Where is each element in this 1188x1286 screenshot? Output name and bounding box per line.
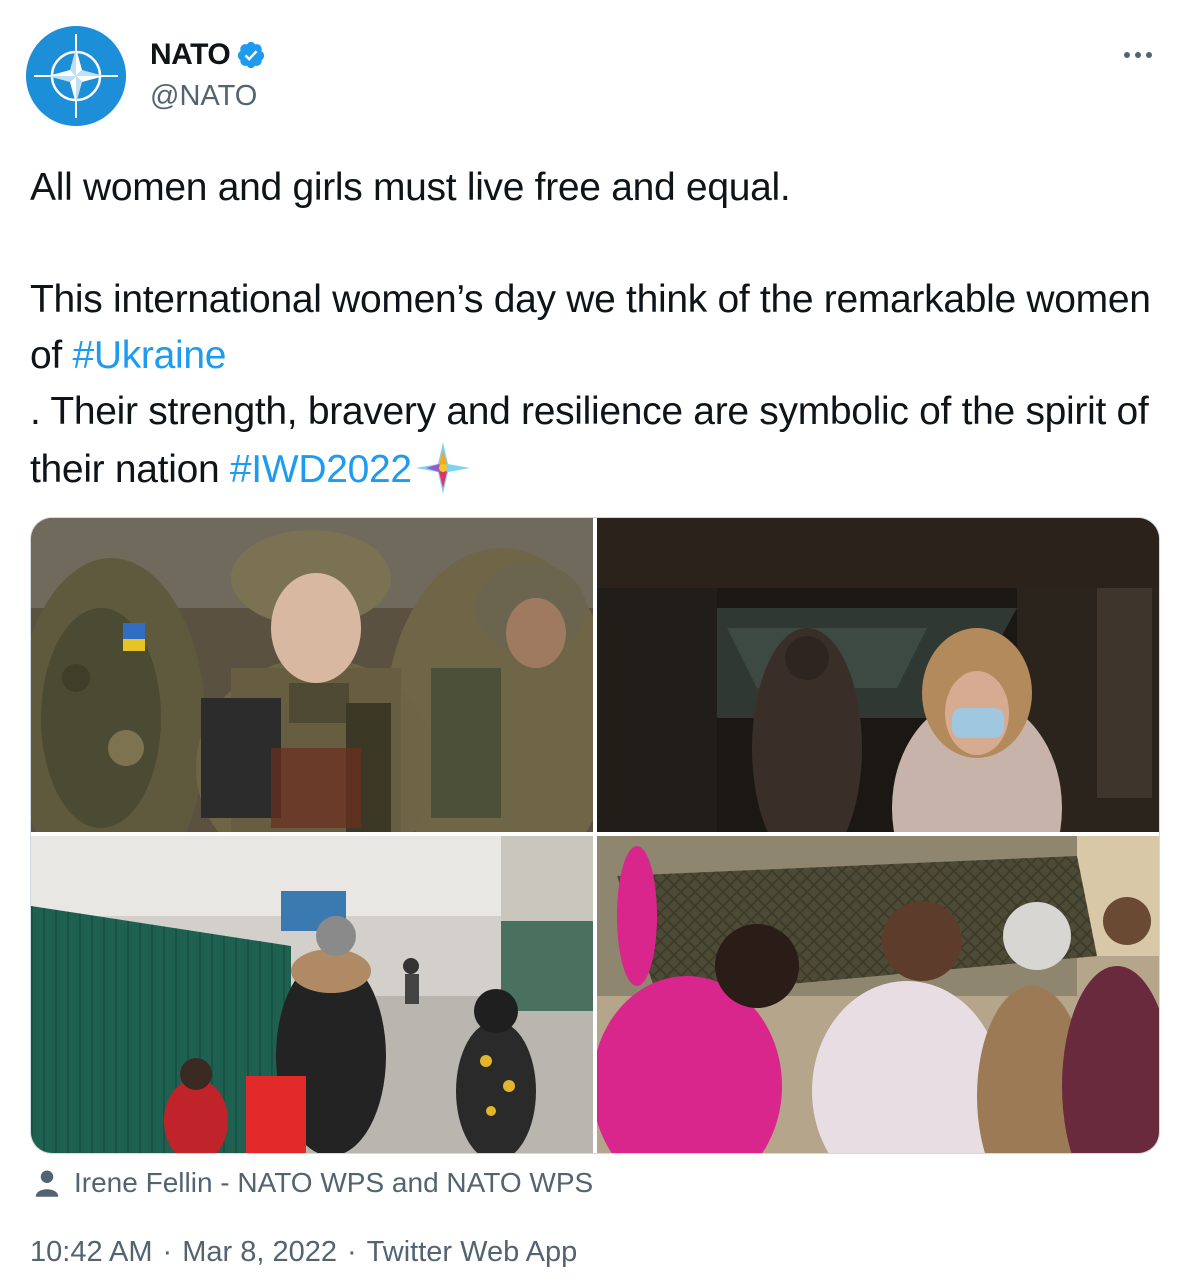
iwd-sparkle-icon xyxy=(415,442,470,494)
author-display-name[interactable]: NATO xyxy=(150,38,231,72)
verified-badge-icon xyxy=(238,41,265,69)
more-options-button[interactable] xyxy=(1118,40,1158,70)
tagged-people-text[interactable]: Irene Fellin - NATO WPS and NATO WPS xyxy=(74,1167,593,1199)
more-dot-icon xyxy=(1135,52,1141,58)
corridor-image xyxy=(597,518,1159,832)
hashtag-iwd2022-link[interactable]: #IWD2022 xyxy=(230,448,412,491)
photo-women-weaving-camouflage[interactable] xyxy=(597,836,1159,1153)
border-crossing-image xyxy=(31,836,593,1153)
tweet-text: All women and girls must live free and e… xyxy=(30,160,1160,498)
female-soldier-image xyxy=(31,518,593,832)
tweet-paragraph-2: This international women’s day we think … xyxy=(30,272,1160,384)
photo-medical-worker-corridor[interactable] xyxy=(597,518,1159,832)
author-handle[interactable]: @NATO xyxy=(150,80,257,113)
hashtag-ukraine-link[interactable]: #Ukraine xyxy=(72,334,226,377)
photo-female-soldier[interactable] xyxy=(31,518,593,832)
more-dot-icon xyxy=(1146,52,1152,58)
author-name-row[interactable]: NATO xyxy=(150,38,266,72)
tagged-people[interactable]: Irene Fellin - NATO WPS and NATO WPS xyxy=(32,1166,593,1200)
person-icon xyxy=(35,1170,59,1197)
tweet-meta: 10:42 AM · Mar 8, 2022 · Twitter Web App xyxy=(30,1236,577,1269)
camouflage-net-image xyxy=(597,836,1159,1153)
more-dot-icon xyxy=(1124,52,1130,58)
ukraine-flag-icon xyxy=(241,337,295,373)
tweet-time[interactable]: 10:42 AM xyxy=(30,1236,153,1269)
tweet-source[interactable]: Twitter Web App xyxy=(367,1236,578,1269)
nato-avatar[interactable] xyxy=(26,26,126,126)
tweet-date[interactable]: Mar 8, 2022 xyxy=(182,1236,337,1269)
media-grid xyxy=(30,517,1160,1154)
photo-family-at-border[interactable] xyxy=(31,836,593,1153)
nato-compass-star-icon xyxy=(26,26,126,126)
tweet-text-segment: . Their strength, bravery and resilience… xyxy=(30,390,1149,491)
tweet-card: NATO @NATO All women and girls must live… xyxy=(0,0,1188,1286)
meta-separator: · xyxy=(162,1236,173,1268)
meta-separator: · xyxy=(346,1236,357,1268)
tweet-line-1: All women and girls must live free and e… xyxy=(30,166,791,209)
